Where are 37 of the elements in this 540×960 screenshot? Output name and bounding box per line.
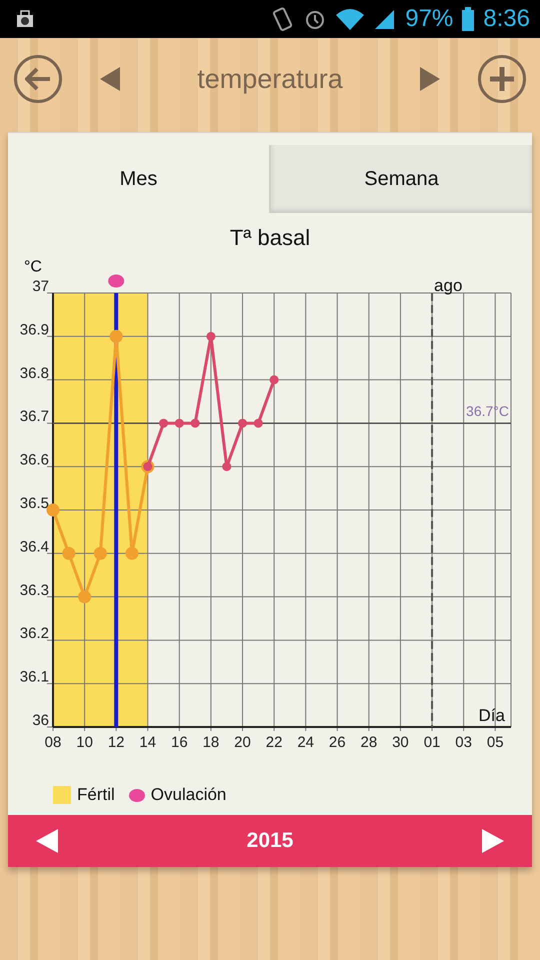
x-tick-label: 20 (234, 734, 251, 751)
x-tick-label: 12 (108, 734, 125, 751)
x-tick-label: 24 (297, 734, 314, 751)
axis-unit-label: °C (24, 258, 42, 276)
x-tick-label: 30 (392, 734, 409, 751)
x-tick-label: 03 (455, 734, 472, 751)
y-tick-label: 36.6 (20, 452, 49, 469)
x-tick-label: 08 (44, 734, 62, 751)
y-tick-label: 36.2 (20, 625, 49, 642)
x-tick-label: 26 (328, 734, 346, 751)
battery-percent: 97% (405, 5, 454, 33)
y-tick-label: 36.9 (20, 321, 49, 338)
y-tick-label: 36 (32, 712, 49, 729)
screen-title: temperatura (196, 64, 344, 94)
x-tick-label: 28 (360, 734, 378, 751)
legend-label: Ovulación (150, 785, 226, 805)
y-tick-label: 36.7 (20, 408, 49, 426)
x-tick-label: 01 (424, 734, 440, 751)
x-tick-label: 05 (486, 734, 504, 751)
x-tick-label: 22 (266, 734, 282, 751)
month-label: ago (434, 276, 462, 295)
x-tick-label: 14 (139, 734, 156, 751)
y-tick-label: 37 (32, 278, 49, 295)
x-tick-label: 18 (202, 734, 220, 751)
x-tick-label: 16 (171, 734, 188, 751)
x-tick-label: 10 (76, 734, 93, 751)
legend-label: Fértil (77, 785, 115, 805)
y-tick-label: 36.1 (20, 668, 49, 686)
tab[interactable]: Semana (269, 145, 532, 213)
y-tick-label: 36.3 (20, 582, 49, 599)
year-label: 2015 (246, 829, 294, 853)
y-tick-label: 36.4 (20, 538, 49, 556)
clock-time: 8:36 (483, 5, 530, 33)
chart-title: Tª basal (228, 225, 312, 252)
y-tick-label: 36.5 (20, 495, 49, 512)
y-tick-label: 36.8 (20, 364, 49, 382)
axis-title: Día (478, 706, 505, 725)
